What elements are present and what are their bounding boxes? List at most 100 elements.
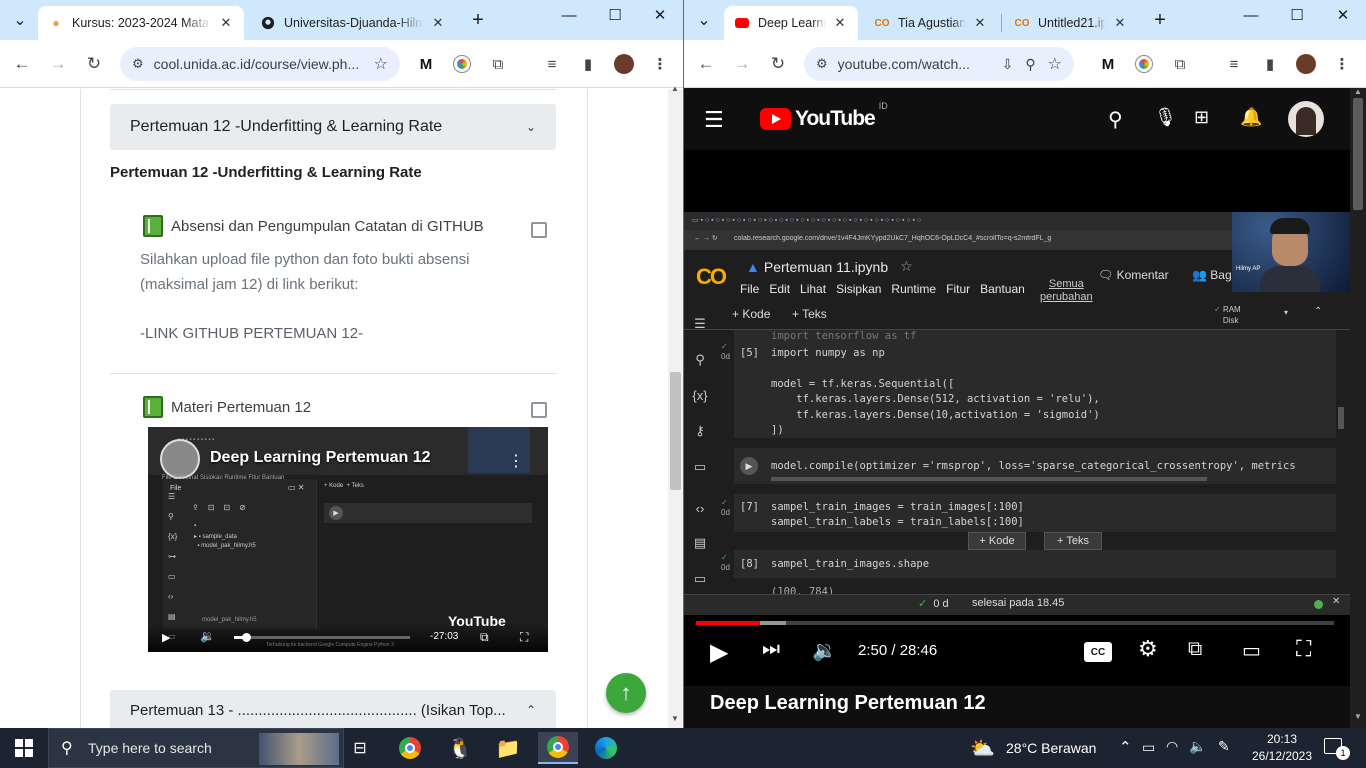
volume-icon[interactable]: 🔉 xyxy=(812,638,837,663)
back-to-top-button[interactable]: ↑ xyxy=(606,673,646,713)
more-vert-icon[interactable]: ⋮ xyxy=(508,451,524,471)
search-icon[interactable]: ⚲ xyxy=(1108,107,1123,132)
site-info-icon[interactable]: ⚙ xyxy=(132,56,144,72)
tab-github[interactable]: Universitas-Djuanda-Hilmy ✕ xyxy=(250,6,456,40)
bookmark-star-icon[interactable]: ☆ xyxy=(374,54,388,74)
media-control-icon[interactable]: ≡ xyxy=(1220,50,1248,78)
profile-avatar[interactable] xyxy=(1292,50,1320,78)
scroll-up-icon[interactable]: ▲ xyxy=(671,84,679,93)
zoom-icon[interactable]: ⚲ xyxy=(1025,56,1035,73)
menu-tools[interactable]: Fitur xyxy=(946,282,970,296)
file-explorer-icon[interactable]: 📁 xyxy=(488,732,528,764)
scroll-thumb[interactable] xyxy=(670,372,681,490)
comment-button[interactable]: 🗨 Komentar xyxy=(1098,268,1169,282)
tray-chevron-up-icon[interactable]: ⌃ xyxy=(1119,738,1132,756)
scroll-down-icon[interactable]: ▼ xyxy=(671,714,679,723)
speaker-icon[interactable]: 🔈 xyxy=(1189,738,1206,755)
account-avatar[interactable] xyxy=(1288,101,1324,137)
more-menu-icon[interactable]: ⋮ xyxy=(1328,50,1356,78)
search-icon[interactable]: ⚲ xyxy=(691,351,709,369)
left-scrollbar[interactable]: ▲ ▼ xyxy=(668,84,683,728)
theater-mode-icon[interactable]: ▭ xyxy=(1242,638,1261,663)
command-palette-icon[interactable]: ▤ xyxy=(691,534,709,552)
close-tab-icon[interactable]: ✕ xyxy=(430,15,446,31)
color-extension-icon[interactable] xyxy=(448,50,476,78)
section-header-13[interactable]: Pertemuan 13 - .........................… xyxy=(110,690,556,728)
settings-gear-icon[interactable]: ⚙ xyxy=(1138,636,1158,662)
tab-kursus[interactable]: ● Kursus: 2023-2024 Mata ku ✕ xyxy=(38,6,244,40)
app-penguin-icon[interactable]: 🐧 xyxy=(440,732,480,764)
menu-help[interactable]: Bantuan xyxy=(980,282,1025,296)
youtube-player[interactable]: ▭ ▪ ○ ▪ ○ ▪ ○ ▪ ○ ▪ ○ ▪ ○ ▪ ○ ▪ ○ ▪ ○ ▪ … xyxy=(684,150,1350,686)
chevron-up-icon[interactable]: ⌃ xyxy=(526,703,536,717)
activity-absensi[interactable]: Absensi dan Pengumpulan Catatan di GITHU… xyxy=(143,215,484,237)
close-window-icon[interactable]: ✕ xyxy=(637,0,683,30)
extensions-puzzle-icon[interactable]: ⧉ xyxy=(484,50,512,78)
menu-file[interactable]: File xyxy=(740,282,759,296)
insert-text-button[interactable]: + Teks xyxy=(1044,532,1102,550)
add-code-button[interactable]: + Kode xyxy=(732,307,770,321)
right-scrollbar[interactable]: ▲ ▼ xyxy=(1350,87,1366,728)
run-cell-icon[interactable]: ▶ xyxy=(740,457,758,475)
variables-icon[interactable]: {x} xyxy=(691,386,709,404)
edge-taskbar-icon[interactable] xyxy=(586,732,626,764)
activity-title[interactable]: Materi Pertemuan 12 xyxy=(171,399,311,416)
fullscreen-icon[interactable]: ⛶ xyxy=(520,630,528,645)
maximize-icon[interactable]: ☐ xyxy=(592,0,638,30)
color-extension-icon[interactable] xyxy=(1130,50,1158,78)
reload-icon[interactable]: ↻ xyxy=(80,50,108,78)
activity-title[interactable]: Absensi dan Pengumpulan Catatan di GITHU… xyxy=(171,218,484,235)
fullscreen-icon[interactable]: ⛶ xyxy=(1296,636,1311,662)
volume-icon[interactable]: 🔉 xyxy=(200,629,215,643)
tab-search-chevron-icon[interactable]: ⌄ xyxy=(6,6,34,34)
close-panel-icon[interactable]: ▭ ✕ xyxy=(288,483,304,492)
chrome-taskbar-icon[interactable] xyxy=(390,732,430,764)
secrets-key-icon[interactable]: ⚷ xyxy=(691,422,709,440)
add-text-button[interactable]: + Teks xyxy=(792,307,827,321)
scroll-up-icon[interactable]: ▲ xyxy=(1354,87,1362,96)
cell-scroll-thumb[interactable] xyxy=(1338,407,1344,429)
gmail-extension-icon[interactable]: M xyxy=(1094,50,1122,78)
menu-runtime[interactable]: Runtime xyxy=(891,282,936,296)
weather-cloud-icon[interactable]: ⛅ xyxy=(970,736,995,761)
extensions-puzzle-icon[interactable]: ⧉ xyxy=(1166,50,1194,78)
miniplayer-icon[interactable]: ⧉ xyxy=(1188,638,1202,661)
tab-colab-untitled[interactable]: CO Untitled21.ip ✕ xyxy=(1004,6,1138,40)
progress-track[interactable] xyxy=(696,621,1334,625)
github-link[interactable]: -LINK GITHUB PERTEMUAN 12- xyxy=(140,321,363,346)
all-changes-link[interactable]: Semua perubahan xyxy=(1040,278,1093,304)
maximize-icon[interactable]: ☐ xyxy=(1274,0,1320,30)
section-header-12[interactable]: Pertemuan 12 -Underfitting & Learning Ra… xyxy=(110,104,556,150)
address-bar[interactable]: ⚙ cool.unida.ac.id/course/view.ph... ☆ xyxy=(120,47,400,81)
embedded-youtube-video[interactable]: ▪ ▪ ▪ ▪ ▪ ▪ ▪ ▪ ▪ ▪ Deep Learning Pertem… xyxy=(148,427,548,652)
address-bar[interactable]: ⚙ youtube.com/watch... ⇩ ⚲ ☆ xyxy=(804,47,1074,81)
activity-materi[interactable]: Materi Pertemuan 12 xyxy=(143,396,311,418)
forward-arrow-icon[interactable]: → xyxy=(728,50,756,78)
collapse-header-icon[interactable]: ⌃ xyxy=(1314,306,1322,317)
close-tab-icon[interactable]: ✕ xyxy=(1112,15,1128,31)
clock-date[interactable]: 26/12/2023 xyxy=(1244,749,1320,763)
close-status-icon[interactable]: ✕ xyxy=(1332,596,1340,607)
code-snippets-icon[interactable]: ‹› xyxy=(691,499,709,517)
notifications-bell-icon[interactable]: 🔔 xyxy=(1240,107,1262,128)
more-menu-icon[interactable]: ⋮ xyxy=(646,50,674,78)
side-panel-icon[interactable]: ▮ xyxy=(1256,50,1284,78)
tab-search-chevron-icon[interactable]: ⌄ xyxy=(690,6,718,34)
channel-avatar[interactable] xyxy=(160,439,200,479)
miniplayer-icon[interactable]: ⧉ xyxy=(480,630,489,645)
file-item[interactable]: ▪ model_pak_hilmy.h5 xyxy=(194,543,255,549)
battery-icon[interactable]: ▭ xyxy=(1142,739,1155,756)
completion-checkbox[interactable] xyxy=(531,222,547,238)
chevron-down-icon[interactable]: ⌄ xyxy=(526,120,536,134)
reload-icon[interactable]: ↻ xyxy=(764,50,792,78)
profile-avatar[interactable] xyxy=(610,50,638,78)
close-window-icon[interactable]: ✕ xyxy=(1320,0,1366,30)
back-arrow-icon[interactable]: ← xyxy=(692,50,720,78)
media-control-icon[interactable]: ≡ xyxy=(538,50,566,78)
minimize-icon[interactable]: — xyxy=(546,0,592,30)
ram-disk-indicator[interactable]: ✓ RAM Disk xyxy=(1214,304,1241,326)
clock-time[interactable]: 20:13 xyxy=(1262,732,1302,746)
terminal-icon[interactable]: ▭ xyxy=(691,570,709,588)
star-icon[interactable]: ☆ xyxy=(900,258,913,275)
files-folder-icon[interactable]: ▭ xyxy=(691,458,709,476)
